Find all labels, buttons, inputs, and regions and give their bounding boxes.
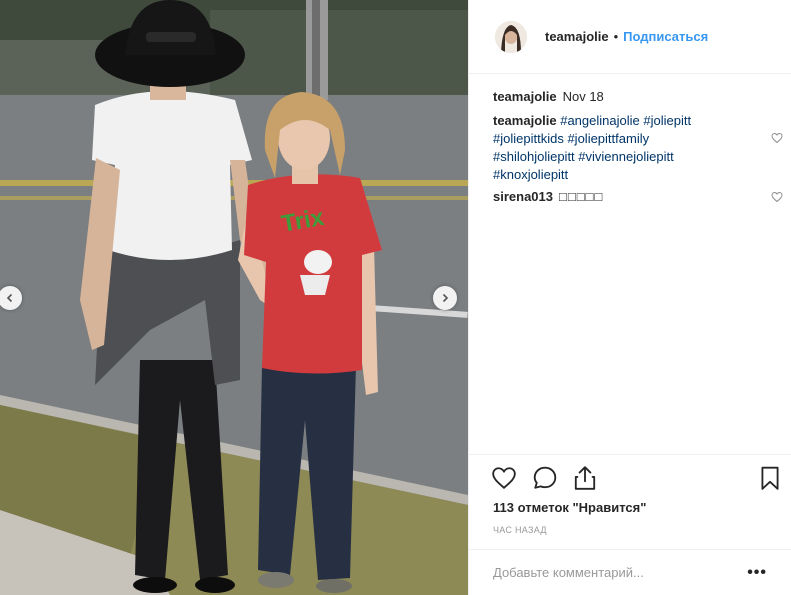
action-bar (469, 455, 791, 499)
comment-username[interactable]: sirena013 (493, 189, 553, 204)
hashtag-link[interactable]: #angelinajolie (560, 113, 640, 128)
hashtag-link[interactable]: #joliepitt (643, 113, 691, 128)
more-options-button[interactable]: ••• (747, 564, 767, 582)
caption-like-heart-icon[interactable] (771, 132, 783, 144)
photo-illustration: Trix (0, 0, 468, 595)
next-photo-button[interactable] (433, 286, 457, 310)
header-separator: • (613, 29, 619, 44)
comments-section: teamajolie Nov 18 teamajolie #angelinajo… (493, 88, 783, 206)
header-username[interactable]: teamajolie (545, 29, 609, 44)
post-header: teamajolie • Подписаться (469, 0, 791, 74)
hashtag-link[interactable]: #viviennejoliepitt (578, 149, 673, 164)
comment-row: sirena013 □□□□□ (493, 188, 783, 206)
add-comment-input[interactable] (493, 565, 748, 580)
post-time-ago[interactable]: ЧАС НАЗАД (493, 525, 547, 535)
author-avatar[interactable] (495, 20, 527, 53)
add-comment-form: ••• (469, 549, 791, 595)
likes-count[interactable]: 113 отметок "Нравится" (493, 500, 646, 515)
share-icon[interactable] (572, 465, 598, 491)
hashtag-link[interactable]: #knoxjoliepitt (493, 167, 568, 182)
follow-button[interactable]: Подписаться (623, 29, 708, 44)
avatar-image (495, 20, 527, 53)
comment-bubble-icon[interactable] (532, 465, 558, 491)
caption: teamajolie #angelinajolie #joliepitt #jo… (493, 112, 783, 184)
post-actions: 113 отметок "Нравится" ЧАС НАЗАД (469, 454, 791, 535)
comment-like-heart-icon[interactable] (771, 191, 783, 203)
chevron-right-icon (442, 293, 449, 303)
chevron-left-icon (6, 293, 13, 303)
post-photo[interactable]: Trix (0, 0, 468, 595)
comment-text: □□□□□ (559, 189, 604, 204)
post-sidebar: teamajolie • Подписаться teamajolie Nov … (468, 0, 791, 595)
hashtag-link[interactable]: #joliepittkids (493, 131, 564, 146)
post-meta: teamajolie Nov 18 (493, 88, 783, 106)
post-date: Nov 18 (562, 89, 604, 104)
hashtag-link[interactable]: #shilohjoliepitt (493, 149, 575, 164)
caption-username[interactable]: teamajolie (493, 113, 557, 128)
bookmark-icon[interactable] (757, 465, 783, 491)
heart-icon[interactable] (491, 465, 517, 491)
hashtag-link[interactable]: #joliepittfamily (567, 131, 649, 146)
caption-author[interactable]: teamajolie (493, 88, 557, 106)
